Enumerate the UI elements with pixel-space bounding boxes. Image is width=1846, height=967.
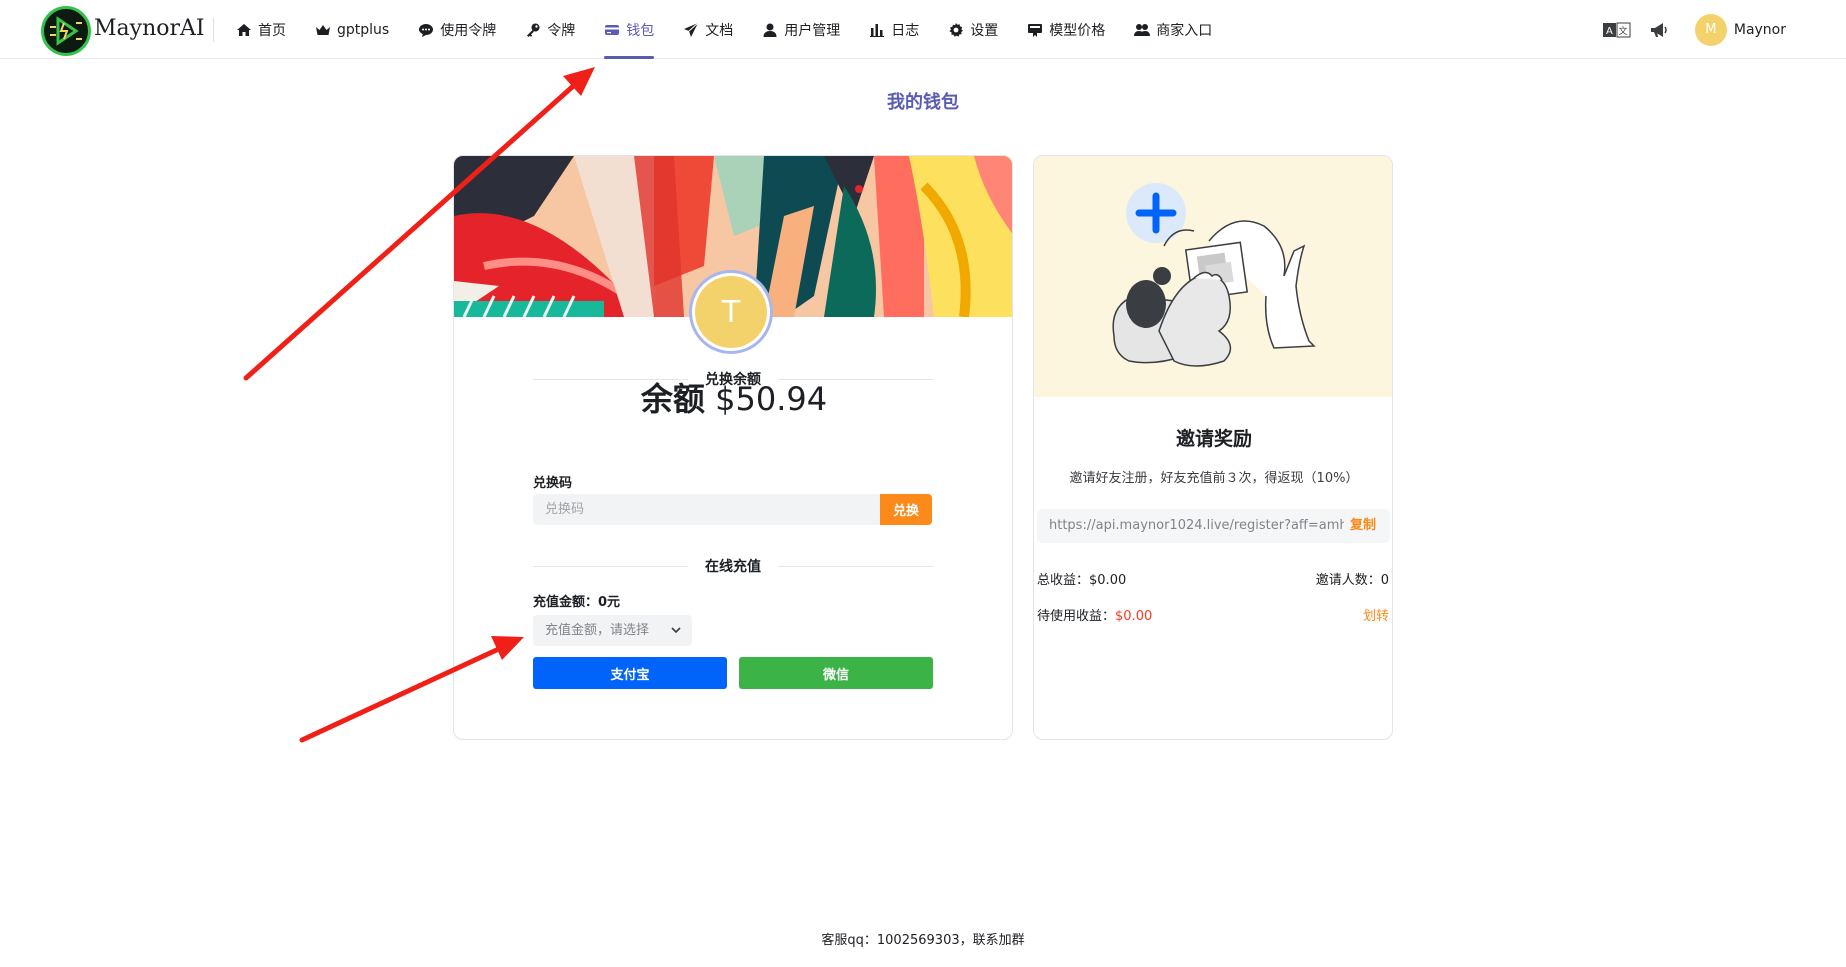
- header-actions: A文 M Maynor: [1602, 0, 1786, 59]
- page-title: 我的钱包: [887, 92, 959, 113]
- nav-use-token-label: 使用令牌: [440, 22, 497, 39]
- nav-home[interactable]: 首页: [236, 0, 286, 59]
- send-icon: [684, 22, 699, 37]
- topup-section-heading: 在线充值: [533, 556, 933, 576]
- affiliate-link-field[interactable]: https://api.maynor1024.live/register?aff…: [1037, 509, 1390, 543]
- bar-chart-icon: [870, 23, 885, 37]
- alipay-button[interactable]: 支付宝: [533, 657, 727, 689]
- nav-model-price-label: 模型价格: [1049, 22, 1106, 39]
- top-navbar: MaynorAI 首页 gptplus 使用令牌 令牌 钱包 文档 用户管理 日…: [0, 0, 1846, 59]
- total-income-label: 总收益：: [1037, 573, 1090, 588]
- svg-text:A: A: [1606, 26, 1613, 37]
- users-icon: [1134, 23, 1151, 36]
- gear-icon: [949, 22, 964, 37]
- nav-home-label: 首页: [258, 22, 286, 39]
- invite-count: 邀请人数：0: [1316, 569, 1389, 588]
- nav-logs[interactable]: 日志: [869, 0, 919, 59]
- nav-settings[interactable]: 设置: [948, 0, 998, 59]
- nav-merchant-entry[interactable]: 商家入口: [1134, 0, 1212, 59]
- wallet-avatar-initial: T: [695, 276, 767, 348]
- invite-illustration: [1034, 156, 1392, 397]
- nav-settings-label: 设置: [970, 22, 999, 39]
- megaphone-icon: [1650, 22, 1667, 37]
- price-tag-icon: [1028, 23, 1043, 37]
- footer-contact: 客服qq：1002569303，联系加群: [821, 933, 1025, 948]
- translate-icon: A文: [1602, 22, 1631, 37]
- nav-gptplus-label: gptplus: [337, 21, 390, 38]
- wallet-card: T 余额 $50.94 兑换余额 兑换码 兑换码 兑换 在线充值 充值金额：0元…: [453, 155, 1013, 740]
- user-avatar[interactable]: M: [1694, 13, 1727, 46]
- language-button[interactable]: A文: [1602, 20, 1631, 40]
- nav-merchant-entry-label: 商家入口: [1156, 22, 1213, 39]
- nav-gptplus[interactable]: gptplus: [315, 0, 389, 59]
- pending-income-label: 待使用收益：: [1037, 609, 1116, 624]
- invite-count-value: 0: [1380, 573, 1389, 588]
- copy-link-button[interactable]: 复制: [1343, 509, 1390, 543]
- chat-icon: [419, 23, 434, 37]
- user-icon: [763, 23, 777, 37]
- redeem-code-label: 兑换码: [533, 476, 573, 491]
- crown-icon: [316, 24, 330, 35]
- wallet-avatar: T: [689, 270, 773, 354]
- nav-docs-label: 文档: [705, 22, 734, 39]
- topup-amount-label: 充值金额：0元: [533, 595, 621, 610]
- topup-amount-placeholder: 充值金额，请选择: [545, 623, 650, 638]
- key-icon: [527, 23, 540, 37]
- nav-use-token[interactable]: 使用令牌: [418, 0, 496, 59]
- nav-docs[interactable]: 文档: [683, 0, 733, 59]
- invite-title: 邀请奖励: [1175, 428, 1252, 450]
- wallet-icon: [605, 24, 620, 35]
- pending-income-value: $0.00: [1115, 609, 1153, 624]
- nav-tokens-label: 令牌: [547, 22, 576, 39]
- brand-name[interactable]: MaynorAI: [94, 16, 205, 41]
- announcement-button[interactable]: [1645, 20, 1673, 40]
- invite-card: 邀请奖励 邀请好友注册，好友充值前３次，得返现（10%） https://api…: [1033, 155, 1393, 740]
- nav-logs-label: 日志: [891, 22, 920, 39]
- total-income: 总收益：$0.00: [1037, 569, 1126, 588]
- invite-description: 邀请好友注册，好友充值前３次，得返现（10%）: [1069, 471, 1359, 486]
- redeem-section-heading: 兑换余额: [533, 369, 933, 389]
- nav-tokens[interactable]: 令牌: [525, 0, 575, 59]
- brand-logo[interactable]: [41, 6, 91, 56]
- invite-count-label: 邀请人数：: [1315, 573, 1381, 588]
- nav-user-management[interactable]: 用户管理: [762, 0, 840, 59]
- user-name[interactable]: Maynor: [1734, 22, 1786, 38]
- main-nav: 首页 gptplus 使用令牌 令牌 钱包 文档 用户管理 日志 设置 模型价格…: [236, 0, 1241, 59]
- topup-amount-select[interactable]: 充值金额，请选择: [533, 615, 692, 646]
- chevron-down-icon: [671, 627, 681, 634]
- nav-model-price[interactable]: 模型价格: [1027, 0, 1105, 59]
- pending-income: 待使用收益：$0.00: [1037, 605, 1152, 624]
- nav-user-management-label: 用户管理: [784, 22, 841, 39]
- redeem-button[interactable]: 兑换: [880, 494, 932, 525]
- total-income-value: $0.00: [1089, 573, 1127, 588]
- nav-wallet[interactable]: 钱包: [604, 0, 655, 59]
- wechat-pay-button[interactable]: 微信: [739, 657, 933, 689]
- affiliate-link: https://api.maynor1024.live/register?aff…: [1049, 518, 1358, 533]
- transfer-button[interactable]: 划转: [1363, 605, 1389, 624]
- svg-text:文: 文: [1618, 25, 1627, 37]
- redeem-code-input[interactable]: 兑换码: [533, 494, 880, 525]
- home-icon: [237, 23, 251, 36]
- header-divider: [213, 18, 214, 42]
- nav-wallet-label: 钱包: [626, 22, 655, 39]
